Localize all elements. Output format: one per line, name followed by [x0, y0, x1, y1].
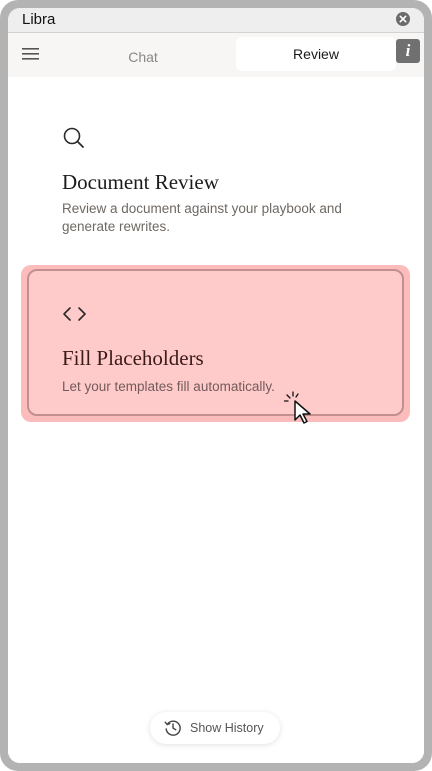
fill-placeholders-card[interactable]: Fill Placeholders Let your templates fil… — [62, 302, 382, 402]
card-title: Fill Placeholders — [62, 346, 204, 370]
tab-chat[interactable]: Chat — [68, 43, 218, 71]
document-review-card[interactable]: Document Review Review a document agains… — [62, 126, 382, 246]
code-brackets-icon — [62, 306, 88, 327]
window-title: Libra — [22, 11, 56, 28]
history-clock-icon — [164, 719, 182, 737]
show-history-button[interactable]: Show History — [150, 712, 280, 744]
show-history-label: Show History — [190, 721, 264, 735]
info-icon[interactable]: i — [396, 39, 420, 63]
card-title: Document Review — [62, 170, 219, 194]
close-icon[interactable] — [396, 12, 410, 26]
search-icon — [62, 126, 86, 155]
app-frame: Libra Chat Review i Document Review Revi… — [0, 0, 432, 771]
mouse-pointer-icon — [283, 390, 320, 426]
hamburger-menu-icon[interactable] — [22, 47, 40, 61]
main-content: Document Review Review a document agains… — [8, 78, 424, 763]
app-window: Libra Chat Review i Document Review Revi… — [8, 8, 424, 763]
tab-bar: Chat Review i — [8, 33, 424, 77]
close-x-glyph — [399, 15, 407, 23]
card-description: Review a document against your playbook … — [62, 201, 342, 234]
title-bar: Libra — [8, 8, 424, 33]
tab-review[interactable]: Review — [236, 37, 396, 71]
